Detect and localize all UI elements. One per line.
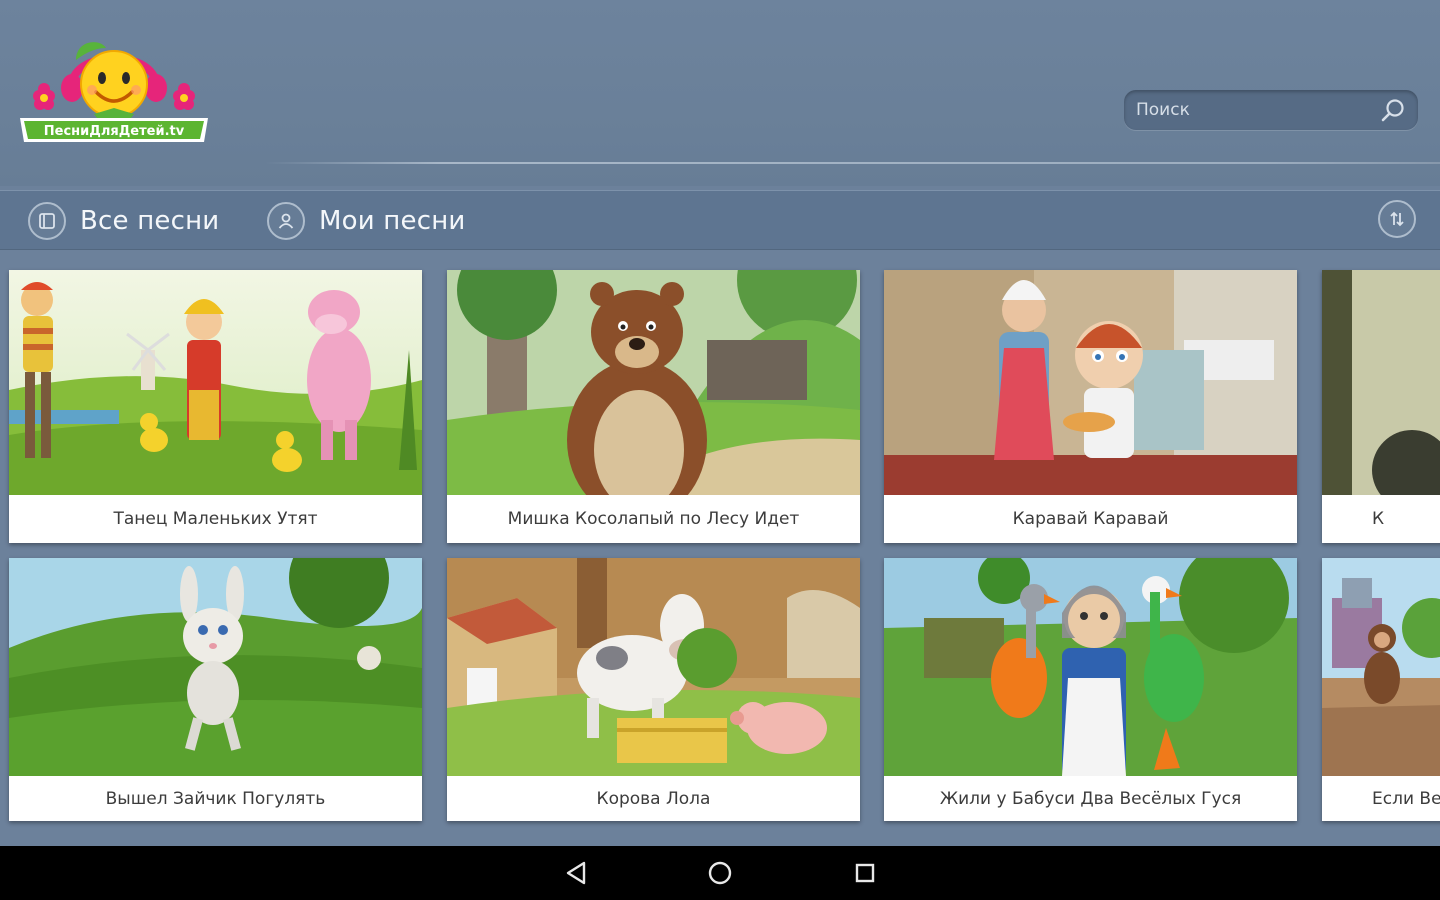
song-title: К — [1372, 509, 1385, 529]
tab-my-songs[interactable]: Мои песни — [267, 191, 466, 251]
song-card[interactable]: К — [1322, 270, 1440, 543]
song-thumbnail — [1322, 270, 1440, 495]
song-title: Вышел Зайчик Погулять — [105, 788, 326, 809]
song-card[interactable]: Корова Лола — [447, 558, 860, 821]
song-card[interactable]: Жили у Бабуси Два Весёлых Гуся — [884, 558, 1297, 821]
song-title: Мишка Косолапый по Лесу Идет — [507, 509, 800, 529]
song-thumbnail — [1322, 558, 1440, 776]
song-card[interactable]: Если Be — [1322, 558, 1440, 821]
recents-icon[interactable] — [850, 858, 880, 888]
category-nav-bar: Все песни Мои песни — [0, 190, 1440, 250]
song-thumbnail — [447, 270, 860, 495]
song-card[interactable]: Мишка Косолапый по Лесу Идет — [447, 270, 860, 543]
user-icon — [267, 202, 305, 240]
songs-grid: Танец Маленьких Утят Мишка Косолапый по … — [0, 250, 1440, 846]
song-card[interactable]: Каравай Каравай — [884, 270, 1297, 543]
search-input[interactable] — [1136, 90, 1372, 130]
song-title: Каравай Каравай — [1012, 509, 1169, 529]
song-title: Если Be — [1372, 788, 1440, 809]
song-thumbnail — [9, 270, 422, 495]
system-navigation-bar — [0, 846, 1440, 900]
home-icon[interactable] — [705, 858, 735, 888]
search-icon[interactable] — [1379, 97, 1407, 125]
header-divider — [265, 162, 1440, 164]
app-logo[interactable]: ПесниДляДетей.tv — [14, 30, 214, 148]
song-card[interactable]: Вышел Зайчик Погулять — [9, 558, 422, 821]
list-icon — [28, 202, 66, 240]
song-card[interactable]: Танец Маленьких Утят — [9, 270, 422, 543]
tab-all-songs[interactable]: Все песни — [28, 191, 219, 251]
logo-text: ПесниДляДетей.tv — [44, 124, 185, 139]
tab-my-songs-label: Мои песни — [319, 206, 466, 236]
sort-icon[interactable] — [1378, 200, 1416, 238]
song-thumbnail — [447, 558, 860, 776]
song-thumbnail — [9, 558, 422, 776]
song-thumbnail — [884, 558, 1297, 776]
search-box[interactable] — [1124, 90, 1418, 130]
tab-all-songs-label: Все песни — [80, 206, 220, 236]
song-title: Танец Маленьких Утят — [113, 509, 318, 529]
back-icon[interactable] — [562, 858, 592, 888]
song-title: Жили у Бабуси Два Весёлых Гуся — [939, 788, 1242, 809]
song-thumbnail — [884, 270, 1297, 495]
song-title: Корова Лола — [596, 788, 711, 809]
